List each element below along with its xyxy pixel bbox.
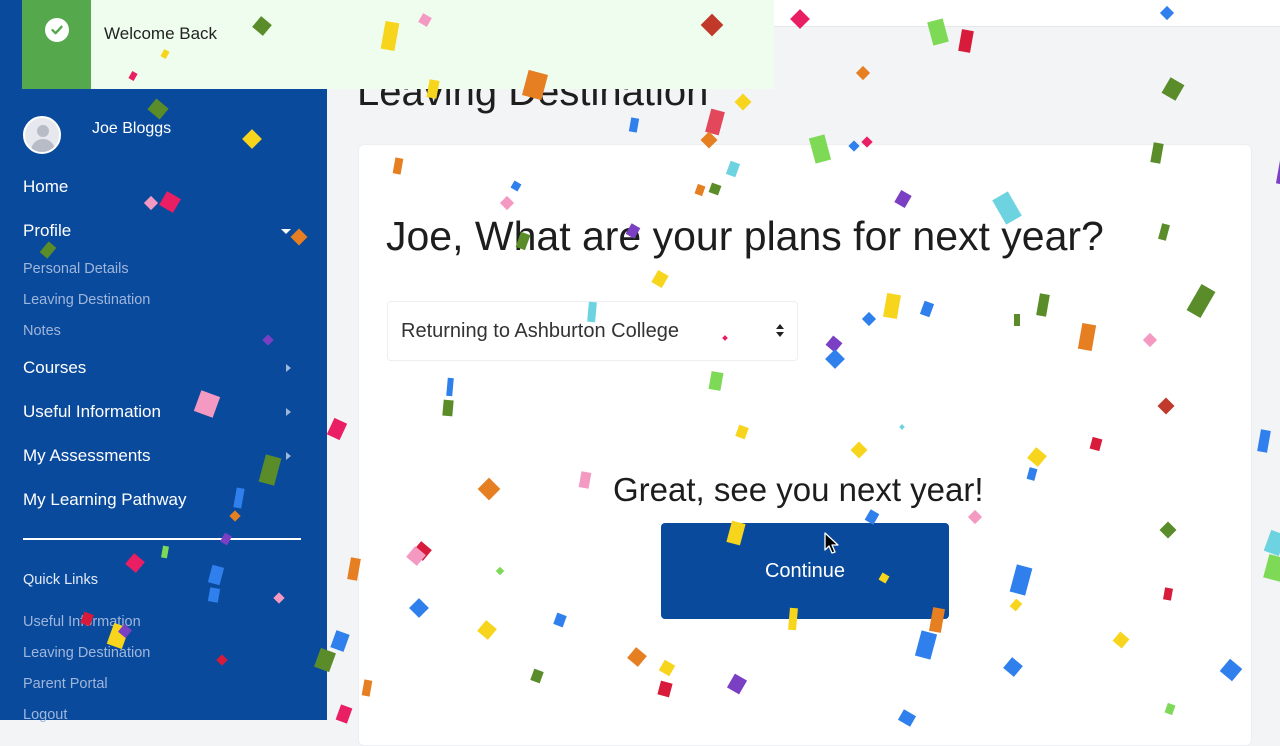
- confetti-piece: [1257, 429, 1271, 453]
- sidebar-subitem-personal-details[interactable]: Personal Details: [23, 253, 301, 284]
- sidebar-item-my-learning-pathway[interactable]: My Learning Pathway: [23, 478, 301, 522]
- top-bar: [774, 0, 1280, 27]
- confetti-piece: [1263, 554, 1280, 582]
- destination-select-value: Returning to Ashburton College: [401, 319, 679, 342]
- confetti-piece: [855, 65, 871, 81]
- sidebar-item-label: Useful Information: [23, 402, 161, 421]
- chevron-down-icon: [281, 228, 291, 234]
- confirmation-message: Great, see you next year!: [613, 471, 984, 508]
- continue-button[interactable]: Continue: [661, 523, 949, 619]
- quick-link-parent-portal[interactable]: Parent Portal: [23, 668, 150, 699]
- confetti-piece: [628, 117, 640, 133]
- sidebar-item-label: Profile: [23, 221, 72, 240]
- quick-link-logout[interactable]: Logout: [23, 699, 150, 730]
- sidebar-item-courses[interactable]: Courses: [23, 346, 301, 390]
- avatar[interactable]: [23, 116, 61, 154]
- sidebar-item-label: My Learning Pathway: [23, 490, 187, 509]
- sidebar-item-label: Courses: [23, 358, 87, 377]
- quick-links-title: Quick Links: [23, 572, 98, 588]
- sidebar-item-profile[interactable]: Profile: [23, 209, 301, 253]
- chevron-right-icon: [286, 364, 291, 372]
- destination-select[interactable]: Returning to Ashburton College: [387, 301, 798, 361]
- confetti-piece: [1263, 529, 1280, 557]
- user-name: Joe Bloggs: [92, 120, 172, 137]
- confetti-piece: [335, 704, 353, 724]
- toast-notification[interactable]: Welcome Back: [22, 0, 774, 89]
- confetti-piece: [330, 630, 350, 652]
- chevron-right-icon: [286, 452, 291, 460]
- check-circle-icon: [44, 17, 69, 42]
- sidebar-item-label: My Assessments: [23, 446, 151, 465]
- plans-question: Joe, What are your plans for next year?: [386, 213, 1104, 259]
- confetti-piece: [1161, 77, 1185, 101]
- confetti-piece: [958, 29, 974, 53]
- sidebar-item-label: Home: [23, 177, 69, 196]
- quick-link-useful-information[interactable]: Useful Information: [23, 606, 150, 637]
- sidebar-subitem-leaving-destination[interactable]: Leaving Destination: [23, 284, 301, 315]
- sidebar: Joe Bloggs Home Profile Personal Details…: [0, 0, 327, 723]
- sidebar-nav: Home Profile Personal Details Leaving De…: [23, 165, 301, 522]
- confetti-piece: [1275, 159, 1280, 185]
- sidebar-item-useful-information[interactable]: Useful Information: [23, 390, 301, 434]
- toast-message: Welcome Back: [104, 23, 218, 43]
- sidebar-item-my-assessments[interactable]: My Assessments: [23, 434, 301, 478]
- sidebar-item-home[interactable]: Home: [23, 165, 301, 209]
- user-profile[interactable]: Joe Bloggs: [23, 116, 171, 154]
- chevron-right-icon: [286, 408, 291, 416]
- sidebar-divider: [23, 538, 301, 540]
- toast-status-strip: [22, 0, 91, 89]
- mouse-pointer-icon: [824, 532, 839, 554]
- select-arrows-icon: [776, 324, 784, 337]
- quick-link-leaving-destination[interactable]: Leaving Destination: [23, 637, 150, 668]
- quick-links-list: Useful Information Leaving Destination P…: [23, 606, 150, 730]
- confetti-piece: [734, 93, 752, 111]
- content-card: Joe, What are your plans for next year? …: [358, 144, 1252, 746]
- sidebar-subitem-notes[interactable]: Notes: [23, 315, 301, 346]
- confetti-piece: [326, 417, 348, 441]
